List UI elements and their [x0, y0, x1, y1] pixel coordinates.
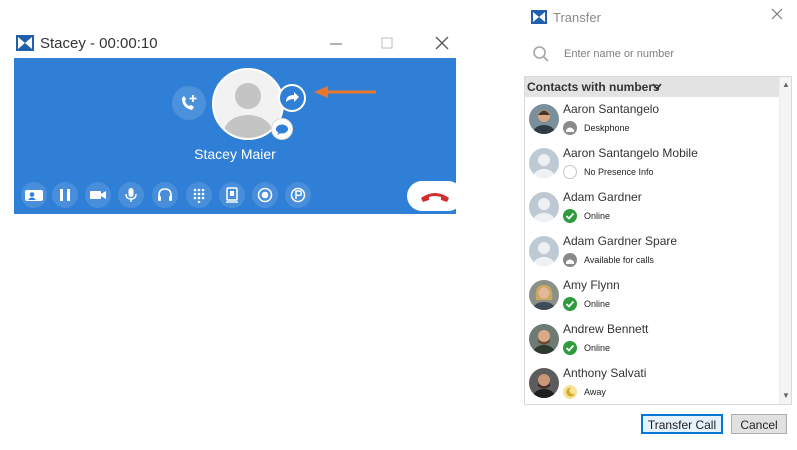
- microphone-icon: [125, 188, 137, 202]
- video-button[interactable]: [85, 182, 111, 208]
- close-icon: [435, 36, 449, 50]
- contact-photo-icon: [529, 104, 559, 134]
- person-silhouette-icon: [533, 154, 555, 178]
- contact-status: No Presence Info: [584, 167, 654, 177]
- contact-photo-icon: [529, 280, 559, 310]
- scrollbar[interactable]: ▲ ▼: [779, 77, 791, 404]
- park-icon: [290, 187, 306, 203]
- contact-name: Amy Flynn: [563, 278, 620, 292]
- contact-name: Adam Gardner: [563, 190, 642, 204]
- contact-avatar: [529, 324, 559, 354]
- contact-status: Deskphone: [584, 123, 630, 133]
- search-row: [529, 42, 784, 66]
- record-icon: [257, 187, 273, 203]
- contact-photo-icon: [529, 324, 559, 354]
- contact-avatar: [529, 236, 559, 266]
- record-button[interactable]: [252, 182, 278, 208]
- park-button[interactable]: [285, 182, 311, 208]
- chat-badge[interactable]: [271, 118, 293, 140]
- add-call-button[interactable]: [172, 86, 206, 120]
- hang-up-icon: [421, 193, 449, 202]
- app-logo-icon: [16, 35, 34, 51]
- cancel-button[interactable]: Cancel: [731, 414, 787, 434]
- deskphone-icon: [563, 121, 577, 135]
- search-icon: [533, 46, 549, 62]
- mute-button[interactable]: [118, 182, 144, 208]
- chat-bubble-icon: [276, 124, 288, 135]
- online-check-icon: [563, 297, 577, 311]
- no-presence-icon: [563, 165, 577, 179]
- list-item[interactable]: Aaron Santangelo Mobile No Presence Info: [525, 142, 779, 186]
- transfer-arrow-icon: [286, 92, 299, 102]
- contact-avatar: [529, 104, 559, 134]
- minimize-button[interactable]: [326, 34, 346, 52]
- list-item[interactable]: Anthony Salvati Away: [525, 362, 779, 404]
- list-item[interactable]: Andrew Bennett Online: [525, 318, 779, 362]
- annotation-arrow-icon: [314, 86, 376, 98]
- contact-status: Away: [584, 387, 606, 397]
- contact-name: Aaron Santangelo: [563, 102, 660, 116]
- contact-name: Anthony Salvati: [563, 366, 647, 380]
- contact-name: Andrew Bennett: [563, 322, 649, 336]
- handset-icon: [226, 187, 238, 203]
- app-logo-icon: [531, 10, 547, 24]
- contact-status: Online: [584, 211, 611, 221]
- contact-card-button[interactable]: [21, 182, 47, 208]
- scroll-down-button[interactable]: ▼: [780, 390, 791, 402]
- list-item[interactable]: Adam Gardner Spare Available for calls: [525, 230, 779, 274]
- group-header[interactable]: Contacts with numbers: [525, 77, 779, 97]
- hold-button[interactable]: [52, 182, 78, 208]
- transfer-call-button[interactable]: [278, 84, 306, 112]
- contact-avatar: [529, 148, 559, 178]
- close-dialog-button[interactable]: [768, 7, 786, 25]
- callee-name: Stacey Maier: [194, 146, 276, 162]
- pause-icon: [60, 189, 70, 201]
- handset-button[interactable]: [219, 182, 245, 208]
- contact-card-icon: [25, 190, 43, 201]
- add-call-icon: [182, 95, 197, 110]
- contact-name: Adam Gardner Spare: [563, 234, 678, 248]
- audio-device-button[interactable]: [152, 182, 178, 208]
- call-titlebar[interactable]: Stacey - 00:00:10: [14, 28, 456, 58]
- contact-status: Available for calls: [584, 255, 654, 265]
- call-title: Stacey - 00:00:10: [40, 35, 158, 52]
- scroll-up-button[interactable]: ▲: [780, 79, 791, 91]
- contact-avatar: [529, 192, 559, 222]
- search-input[interactable]: [564, 45, 769, 63]
- call-panel: Stacey Maier: [14, 58, 463, 214]
- dialpad-button[interactable]: [186, 182, 212, 208]
- maximize-button[interactable]: [377, 34, 397, 52]
- group-label: Contacts with numbers: [527, 80, 660, 94]
- close-icon: [771, 8, 783, 20]
- contact-avatar: [529, 280, 559, 310]
- call-window: Stacey - 00:00:10 Stacey Maier: [14, 28, 463, 216]
- headset-icon: [158, 188, 172, 201]
- contact-name: Aaron Santangelo Mobile: [563, 146, 698, 160]
- online-check-icon: [563, 209, 577, 223]
- hang-up-button[interactable]: [407, 181, 463, 211]
- list-item[interactable]: Amy Flynn Online: [525, 274, 779, 318]
- contact-status: Online: [584, 343, 611, 353]
- chevron-down-icon[interactable]: [652, 83, 662, 91]
- transfer-dialog: Transfer Contacts with numbers Aaron San…: [521, 0, 797, 450]
- list-item[interactable]: Aaron Santangelo Deskphone: [525, 98, 779, 142]
- person-silhouette-icon: [533, 198, 555, 222]
- away-moon-icon: [563, 385, 577, 399]
- contact-avatar: [529, 368, 559, 398]
- dialog-title: Transfer: [553, 10, 601, 25]
- transfer-call-button[interactable]: Transfer Call: [641, 414, 723, 434]
- list-item[interactable]: Adam Gardner Online: [525, 186, 779, 230]
- online-check-icon: [563, 341, 577, 355]
- video-icon: [90, 191, 106, 199]
- contact-photo-icon: [529, 368, 559, 398]
- minimize-icon: [330, 43, 342, 45]
- dialpad-icon: [193, 188, 205, 203]
- deskphone-icon: [563, 253, 577, 267]
- close-window-button[interactable]: [432, 34, 452, 52]
- maximize-icon: [381, 37, 393, 49]
- person-silhouette-icon: [533, 242, 555, 266]
- contacts-list[interactable]: Contacts with numbers Aaron Santangelo D…: [524, 76, 792, 405]
- contact-status: Online: [584, 299, 611, 309]
